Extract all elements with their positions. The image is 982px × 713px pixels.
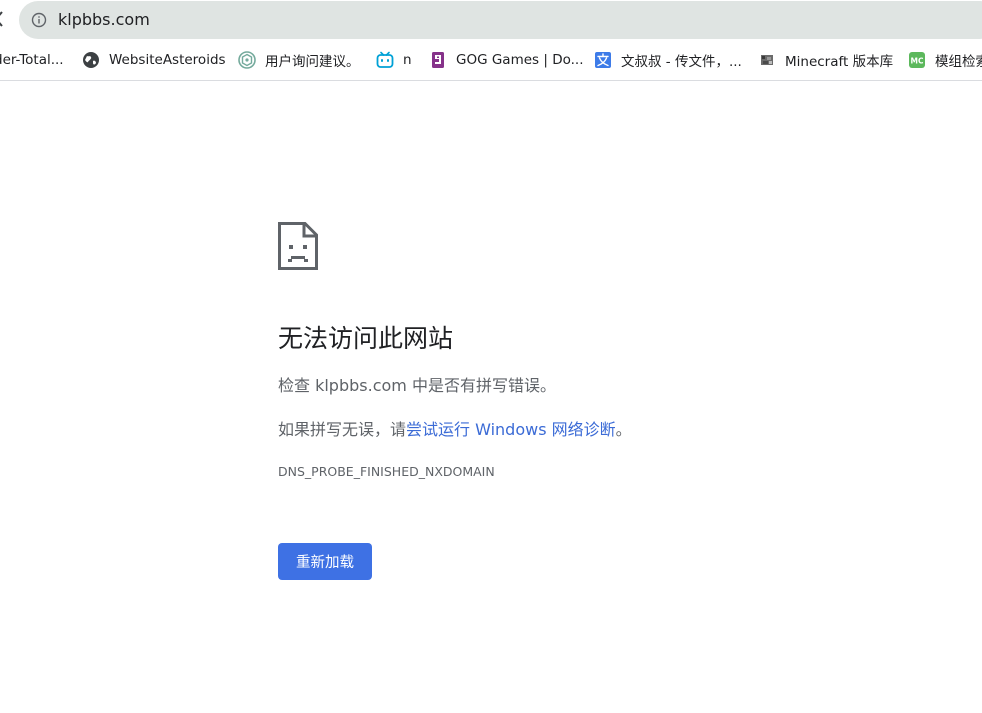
- bookmark-label: der-Total...: [0, 52, 64, 68]
- wenshushu-icon: [595, 52, 611, 68]
- reload-button[interactable]: 重新加载: [278, 543, 372, 580]
- diagnostics-suffix: 。: [615, 420, 632, 439]
- svg-text:MC: MC: [911, 57, 924, 66]
- url-text[interactable]: klpbbs.com: [58, 10, 150, 30]
- error-code: DNS_PROBE_FINISHED_NXDOMAIN: [278, 464, 495, 479]
- bookmark-2[interactable]: 用户询问建议。: [238, 50, 360, 70]
- network-diagnostics-link[interactable]: 尝试运行 Windows 网络诊断: [406, 420, 616, 439]
- spelling-suggestion: 检查 klpbbs.com 中是否有拼写错误。: [278, 376, 556, 395]
- browser-toolbar: klpbbs.com: [0, 0, 982, 40]
- bookmarks-bar: der-Total... WebsiteAsteroids 用户询问建议。 n: [0, 40, 982, 81]
- globe-icon: [83, 52, 99, 68]
- bookmark-7[interactable]: MC 模组检索: [908, 50, 982, 70]
- minecraft-icon: [761, 55, 773, 65]
- mc-mod-icon: MC: [909, 52, 925, 68]
- bookmark-6[interactable]: Minecraft 版本库: [758, 50, 893, 70]
- bookmark-1[interactable]: WebsiteAsteroids: [82, 50, 226, 70]
- openai-icon: [238, 51, 256, 69]
- bookmark-label: 模组检索: [935, 54, 982, 70]
- bookmark-3[interactable]: n: [376, 50, 412, 70]
- back-arrow-icon[interactable]: [0, 9, 6, 29]
- bookmark-label: 用户询问建议。: [265, 54, 360, 70]
- bookmark-label: 文叔叔 - 传文件，...: [621, 54, 742, 70]
- page-title: 无法访问此网站: [278, 324, 454, 353]
- bookmark-label: GOG Games | Do...: [456, 52, 584, 68]
- info-icon[interactable]: [31, 12, 47, 28]
- bookmark-label: n: [403, 52, 412, 68]
- bookmark-5[interactable]: 文叔叔 - 传文件，...: [594, 50, 742, 70]
- bookmark-label: Minecraft 版本库: [785, 54, 894, 70]
- sad-page-icon: [278, 222, 318, 270]
- bookmark-4[interactable]: GOG Games | Do...: [429, 50, 584, 70]
- bookmark-0[interactable]: der-Total...: [0, 50, 64, 70]
- gog-icon: [432, 52, 444, 68]
- bilibili-icon: [376, 51, 394, 68]
- diagnostics-suggestion: 如果拼写无误，请尝试运行 Windows 网络诊断。: [278, 418, 632, 442]
- diagnostics-prefix: 如果拼写无误，请: [278, 420, 407, 439]
- address-bar[interactable]: klpbbs.com: [19, 1, 982, 39]
- bookmark-label: WebsiteAsteroids: [109, 52, 226, 68]
